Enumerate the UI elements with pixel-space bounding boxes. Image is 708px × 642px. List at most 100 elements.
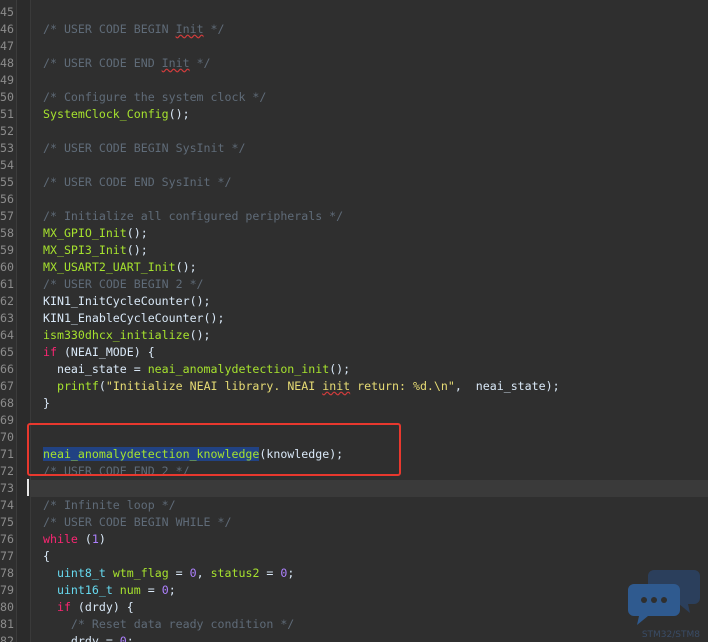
code-token: uint16_t — [56, 583, 113, 597]
code-line[interactable]: neai_state = neai_anomalydetection_init(… — [30, 361, 708, 378]
code-line[interactable]: MX_SPI3_Init(); — [30, 242, 708, 259]
code-token: MX_GPIO_Init — [43, 226, 127, 240]
line-number: 68 — [0, 396, 14, 410]
watermark-logo — [628, 564, 702, 636]
code-line[interactable]: uint16_t num = 0; — [30, 582, 708, 599]
code-line[interactable]: /* USER CODE BEGIN Init */ — [30, 21, 708, 38]
code-line[interactable] — [30, 72, 708, 89]
line-number: 71 — [0, 447, 14, 461]
code-line[interactable]: /* Initialize all configured peripherals… — [30, 208, 708, 225]
line-number: 56 — [0, 192, 14, 206]
code-line[interactable]: while (1) — [30, 531, 708, 548]
code-token: if — [43, 345, 57, 359]
code-token: (); — [126, 243, 148, 257]
code-line[interactable]: SystemClock_Config(); — [30, 106, 708, 123]
code-token: neai_state = — [43, 362, 148, 376]
code-editor[interactable]: 45 46 47 48 49 50 51 52 53 54 55 56 57 58 59 60 61 62 63 64… — [0, 0, 708, 642]
line-number: 77 — [0, 549, 14, 563]
code-line[interactable]: /* Reset data ready condition */ — [30, 616, 708, 633]
code-token: MX_SPI3_Init — [43, 243, 127, 257]
code-line[interactable]: /* Configure the system clock */ — [30, 89, 708, 106]
line-number: 53 — [0, 141, 14, 155]
code-token: "Initialize NEAI library. NEAI — [105, 379, 323, 393]
code-token: (NEAI_MODE) { — [56, 345, 155, 359]
code-token: wtm_flag — [112, 566, 169, 580]
code-token: if — [56, 600, 71, 614]
code-line[interactable]: /* USER CODE BEGIN 2 */ — [30, 276, 708, 293]
code-token: , neai_state); — [454, 379, 560, 393]
code-line[interactable]: /* USER CODE END Init */ — [30, 55, 708, 72]
line-number: 45 — [0, 5, 14, 19]
code-line[interactable]: if (NEAI_MODE) { — [30, 344, 708, 361]
code-line[interactable] — [30, 429, 708, 446]
code-line[interactable] — [30, 191, 708, 208]
code-token: while — [43, 532, 78, 546]
code-line[interactable]: printf("Initialize NEAI library. NEAI in… — [30, 378, 708, 395]
code-token: ; — [287, 566, 295, 580]
code-token: return: %d.\n" — [350, 379, 455, 393]
line-number: 73 — [0, 481, 14, 495]
code-line[interactable] — [30, 38, 708, 55]
code-token: (); — [126, 226, 148, 240]
code-token: KIN1_InitCycleCounter — [43, 294, 190, 308]
code-line[interactable]: MX_USART2_UART_Init(); — [30, 259, 708, 276]
code-line[interactable]: /* USER CODE BEGIN SysInit */ — [30, 140, 708, 157]
code-token: (); — [189, 294, 211, 308]
code-token: /* Reset data ready condition */ — [43, 617, 295, 631]
line-number: 72 — [0, 464, 14, 478]
line-number: 57 — [0, 209, 14, 223]
line-number-gutter: 45 46 47 48 49 50 51 52 53 54 55 56 57 58 59 60 61 62 63 64… — [0, 0, 16, 642]
code-token: Init — [161, 56, 190, 70]
code-token: neai_anomalydetection_init — [147, 362, 330, 376]
line-number: 82 — [0, 634, 14, 642]
code-line[interactable]: drdy = 0; — [30, 633, 708, 642]
code-token: /* USER CODE END — [43, 56, 162, 70]
code-area[interactable]: /* USER CODE BEGIN Init */ /* USER CODE E… — [30, 0, 708, 642]
code-token: = — [140, 583, 162, 597]
code-token: init — [322, 379, 351, 393]
code-line[interactable]: KIN1_EnableCycleCounter(); — [30, 310, 708, 327]
code-token: status2 — [210, 566, 260, 580]
code-token: ) — [98, 532, 106, 546]
line-number: 79 — [0, 583, 14, 597]
line-number: 55 — [0, 175, 14, 189]
code-token: (drdy) { — [70, 600, 134, 614]
code-token: } — [43, 396, 50, 410]
code-token: /* Initialize all configured peripherals… — [43, 209, 344, 223]
line-number: 46 — [0, 22, 14, 36]
code-line[interactable]: /* USER CODE END SysInit */ — [30, 174, 708, 191]
text-caret — [27, 479, 29, 496]
code-line[interactable] — [30, 412, 708, 429]
code-line[interactable] — [30, 480, 708, 497]
code-line[interactable]: if (drdy) { — [30, 599, 708, 616]
code-line[interactable]: KIN1_InitCycleCounter(); — [30, 293, 708, 310]
code-token: SystemClock_Config — [43, 107, 169, 121]
code-line[interactable]: uint8_t wtm_flag = 0, status2 = 0; — [30, 565, 708, 582]
code-line[interactable]: } — [30, 395, 708, 412]
line-number: 62 — [0, 294, 14, 308]
line-number: 64 — [0, 328, 14, 342]
code-line[interactable] — [30, 157, 708, 174]
code-line[interactable]: /* Infinite loop */ — [30, 497, 708, 514]
line-number: 63 — [0, 311, 14, 325]
code-line[interactable] — [30, 123, 708, 140]
code-line[interactable]: /* USER CODE BEGIN WHILE */ — [30, 514, 708, 531]
line-number: 48 — [0, 56, 14, 70]
line-number: 54 — [0, 158, 14, 172]
code-token: (knowledge); — [259, 447, 344, 461]
code-token: (); — [175, 260, 197, 274]
code-line[interactable]: { — [30, 548, 708, 565]
line-number: 74 — [0, 498, 14, 512]
code-token: /* Infinite loop */ — [43, 498, 176, 512]
code-line[interactable]: ism330dhcx_initialize(); — [30, 327, 708, 344]
code-token: (); — [203, 311, 225, 325]
code-token: ism330dhcx_initialize — [43, 328, 190, 342]
code-token: ; — [126, 634, 134, 642]
code-line[interactable]: neai_anomalydetection_knowledge(knowledg… — [30, 446, 708, 463]
code-line[interactable]: /* USER CODE END 2 */ — [30, 463, 708, 480]
code-line[interactable]: MX_GPIO_Init(); — [30, 225, 708, 242]
